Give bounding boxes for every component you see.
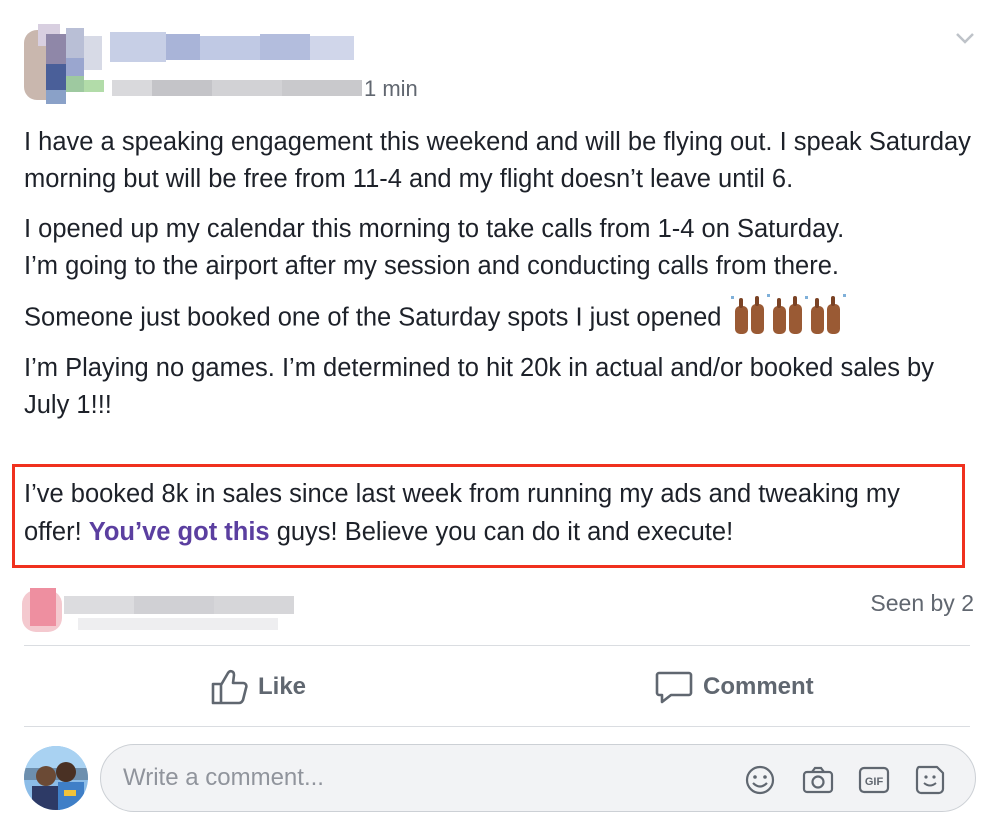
like-button[interactable]: Like — [210, 662, 306, 712]
post-paragraph: I’m going to the airport after my sessio… — [24, 252, 839, 280]
comment-composer[interactable]: GIF — [100, 744, 976, 812]
comment-label: Comment — [703, 673, 814, 700]
post-timestamp[interactable]: 1 min — [364, 76, 418, 102]
svg-text:GIF: GIF — [865, 776, 884, 788]
divider — [24, 645, 970, 646]
post-paragraph: Someone just booked one of the Saturday … — [24, 303, 722, 332]
seen-by-count[interactable]: Seen by 2 — [870, 590, 974, 617]
post-audience-info — [112, 80, 362, 96]
post-paragraph: I’m Playing no games. I’m determined to … — [24, 354, 934, 419]
smiley-icon[interactable] — [743, 763, 777, 797]
divider — [24, 726, 970, 727]
author-name[interactable] — [100, 30, 356, 66]
post-body: I have a speaking engagement this weeken… — [24, 124, 980, 437]
post-paragraph: I opened up my calendar this morning to … — [24, 215, 845, 243]
post-card: 1 min I have a speaking engagement this … — [0, 0, 994, 822]
like-thumb-icon — [211, 669, 248, 705]
chevron-down-icon[interactable] — [954, 30, 976, 46]
comment-input[interactable] — [123, 759, 723, 797]
highlighted-paragraph: I’ve booked 8k in sales since last week … — [24, 475, 960, 551]
sticker-icon[interactable] — [913, 763, 947, 797]
reactions-summary[interactable] — [22, 582, 302, 638]
gif-icon[interactable]: GIF — [857, 763, 891, 797]
raised-hands-emoji — [731, 294, 847, 334]
highlight-text-end: guys! Believe you can do it and execute! — [269, 518, 734, 546]
current-user-avatar[interactable] — [24, 746, 88, 810]
post-paragraph: I have a speaking engagement this weeken… — [24, 128, 971, 193]
comment-button[interactable]: Comment — [655, 662, 814, 712]
camera-icon[interactable] — [801, 763, 835, 797]
like-label: Like — [258, 673, 307, 700]
mention-link[interactable]: You’ve got this — [89, 518, 270, 546]
comment-bubble-icon — [655, 671, 693, 704]
post-paragraph-with-emoji: Someone just booked one of the Saturday … — [24, 294, 980, 340]
avatar-photo — [24, 746, 88, 810]
